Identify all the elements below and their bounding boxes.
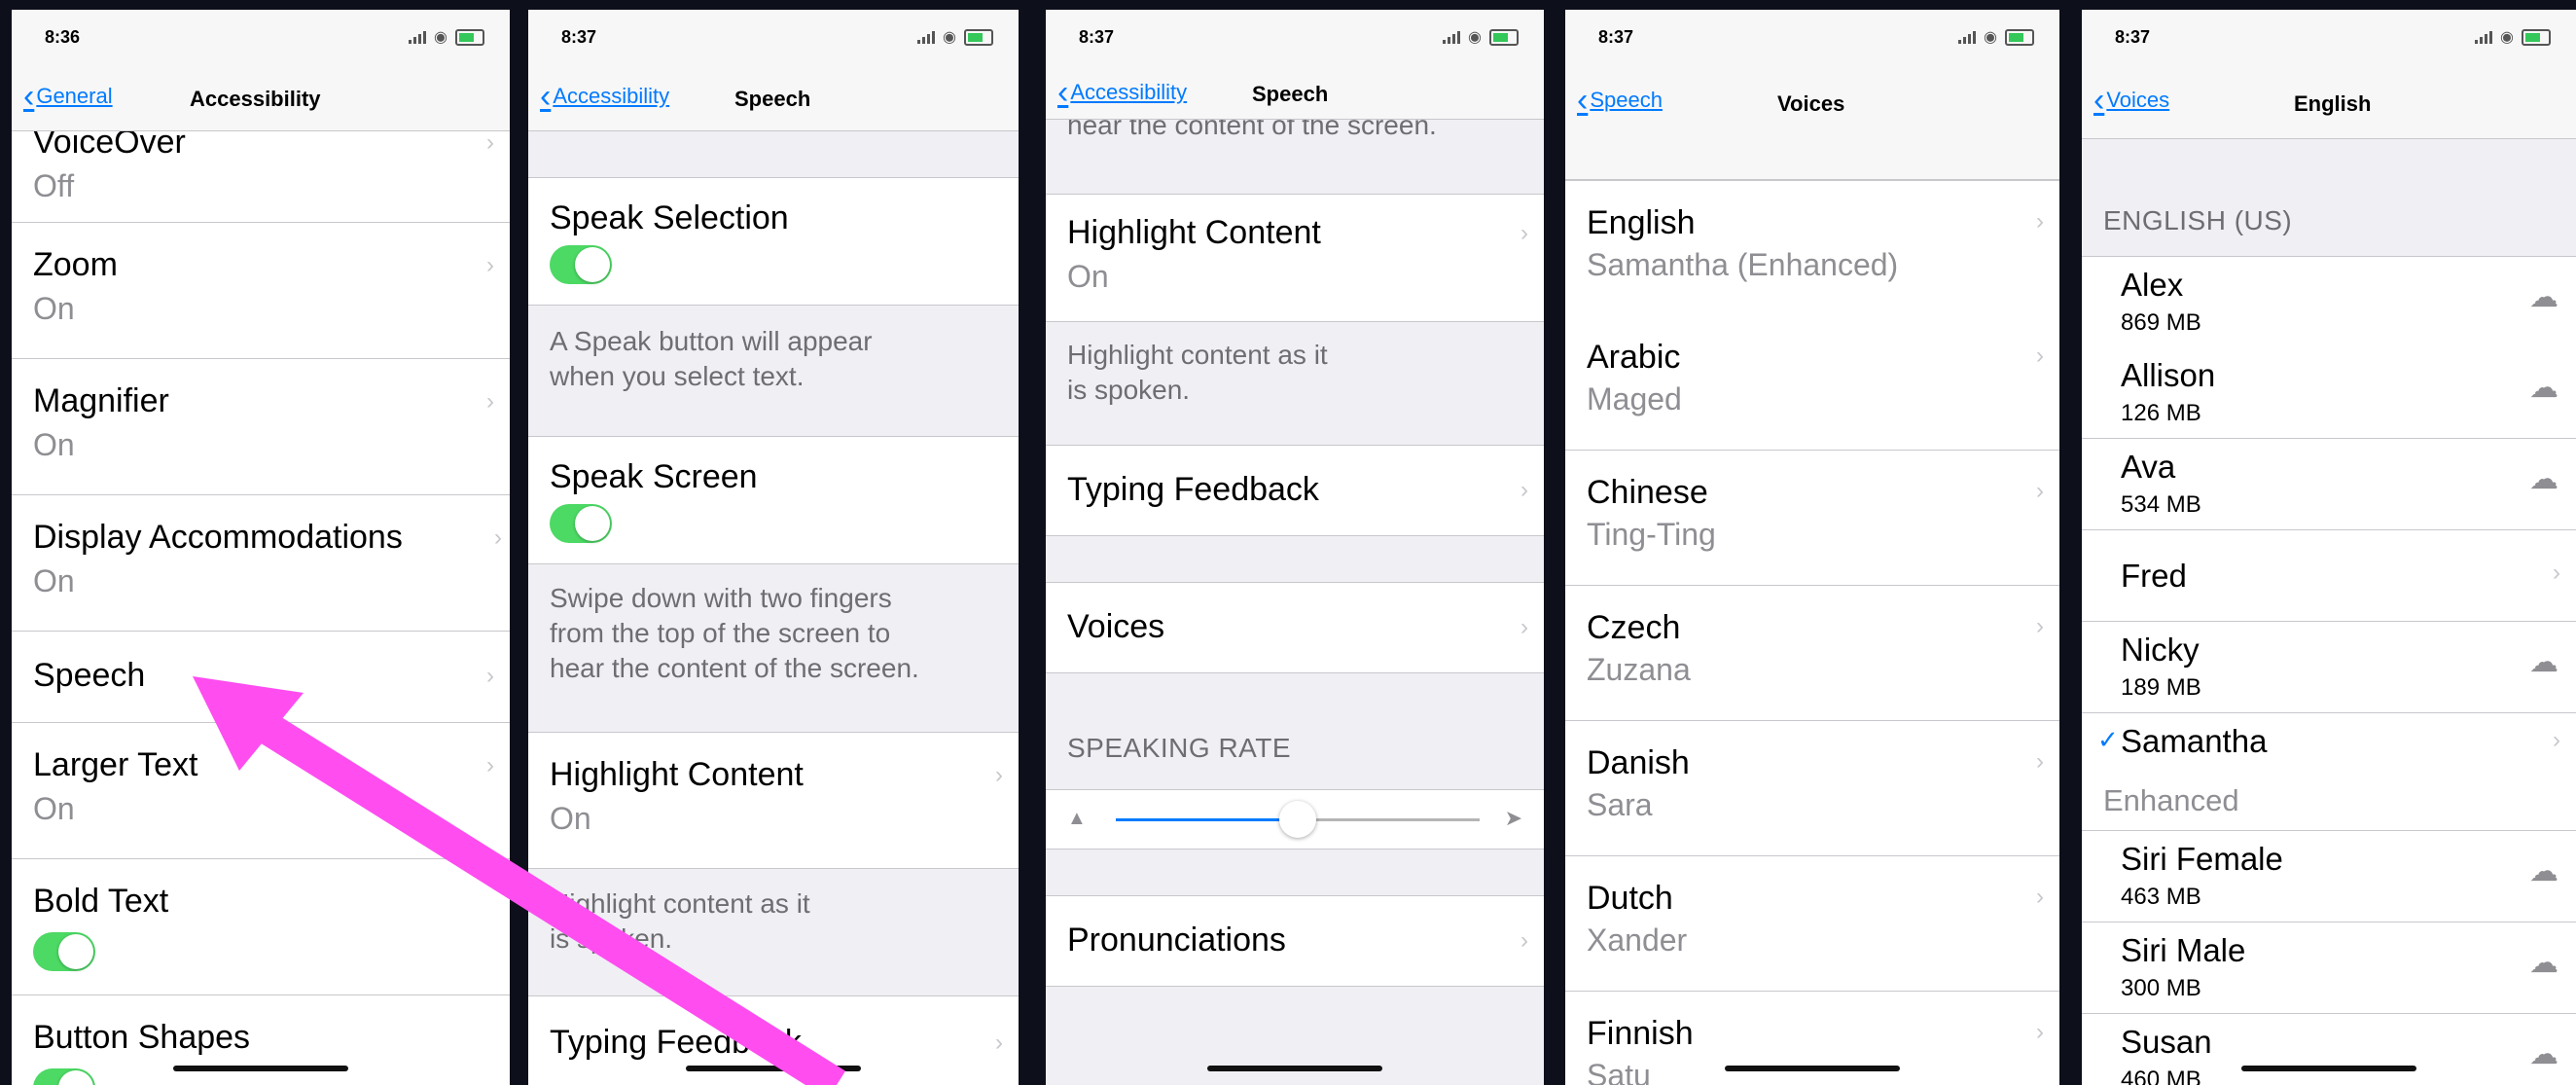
annotation-arrow — [193, 676, 846, 1085]
arrow-shaft — [253, 710, 846, 1085]
